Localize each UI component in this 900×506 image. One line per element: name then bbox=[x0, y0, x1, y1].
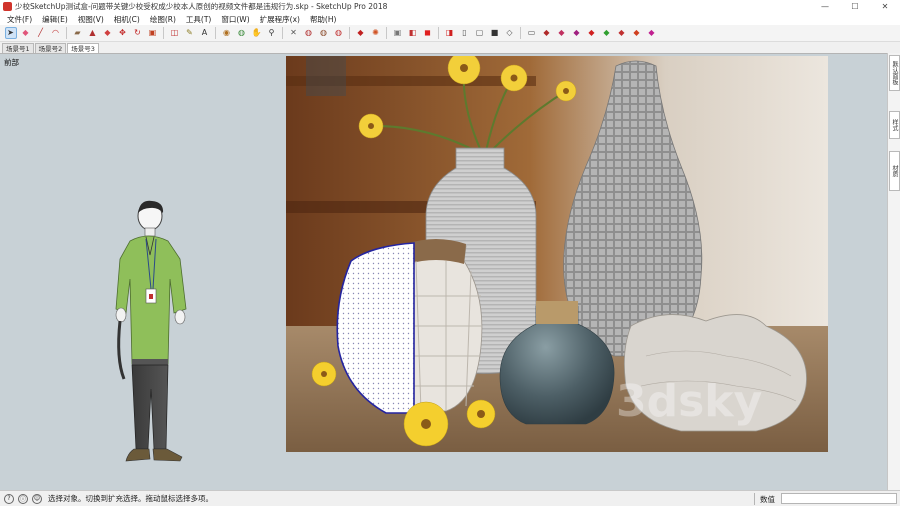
user-icon[interactable]: ☺ bbox=[32, 493, 42, 504]
extension-warehouse-icon[interactable]: ◍ bbox=[333, 27, 345, 39]
menu-edit[interactable]: 编辑(E) bbox=[37, 14, 73, 25]
scene-tab-2[interactable]: 场景号2 bbox=[34, 43, 67, 53]
measurements-label: 数值 bbox=[760, 495, 775, 504]
toolbar-separator bbox=[349, 27, 350, 39]
section-plane-icon[interactable]: ◧ bbox=[407, 27, 419, 39]
monochrome-style-icon[interactable]: ◆ bbox=[631, 27, 643, 39]
front-view-icon[interactable]: ■ bbox=[489, 27, 501, 39]
main-toolbar: ➤ ◆ ╱ ◠ ▰ ▲ ◆ ✥ ↻ ▣ ◫ ✎ A ◉ ◍ ✋ ⚲ ✕ ◍ ◍ ◍ ◆ ✺ ▣ ◧ ◼ ◨ ▯ ▢ ■ ◇ ▭ ◆ ◆ ◆ ◆ ◆ ◆ ◆ ◆ bbox=[0, 25, 900, 42]
send-to-layout-icon[interactable]: ◆ bbox=[355, 27, 367, 39]
paint-bucket-icon[interactable]: ◉ bbox=[221, 27, 233, 39]
status-message: 选择对象。切换到扩充选择。拖动鼠标选择多项。 bbox=[48, 494, 213, 503]
close-button[interactable]: ✕ bbox=[870, 0, 900, 13]
window-controls: — ☐ ✕ bbox=[810, 0, 900, 13]
zoom-icon[interactable]: ⚲ bbox=[266, 27, 278, 39]
shaded-style-icon[interactable]: ◆ bbox=[601, 27, 613, 39]
settings-gear-icon[interactable]: ✺ bbox=[370, 27, 382, 39]
pencil-line-icon[interactable]: ╱ bbox=[35, 27, 47, 39]
toolbar-separator bbox=[66, 27, 67, 39]
menu-extensions[interactable]: 扩展程序(x) bbox=[255, 14, 305, 25]
arc-icon[interactable]: ◠ bbox=[50, 27, 62, 39]
follow-me-icon[interactable]: ◆ bbox=[102, 27, 114, 39]
components-icon[interactable]: ◍ bbox=[318, 27, 330, 39]
section-display-icon[interactable]: ◼ bbox=[422, 27, 434, 39]
toolbar-separator bbox=[215, 27, 216, 39]
model-viewport[interactable]: 前部 3dsky bbox=[0, 53, 887, 490]
menu-draw[interactable]: 绘图(R) bbox=[145, 14, 181, 25]
select-icon[interactable]: ➤ bbox=[4, 27, 17, 39]
right-view-icon[interactable]: ◇ bbox=[504, 27, 516, 39]
style-extra-icon[interactable]: ◆ bbox=[646, 27, 658, 39]
scale-icon[interactable]: ▣ bbox=[147, 27, 159, 39]
title-bar: 少校SketchUp测试盒-问题带关键少校受权成少校本人原创的视频文件都是违规行… bbox=[0, 0, 900, 13]
rotate-icon[interactable]: ↻ bbox=[132, 27, 144, 39]
minimize-button[interactable]: — bbox=[810, 0, 840, 13]
menu-file[interactable]: 文件(F) bbox=[2, 14, 37, 25]
zoom-extents-icon[interactable]: ✕ bbox=[288, 27, 300, 39]
orbit-icon[interactable]: ◍ bbox=[236, 27, 248, 39]
menu-window[interactable]: 窗口(W) bbox=[216, 14, 254, 25]
text-icon[interactable]: A bbox=[199, 27, 211, 39]
scale-figure-person[interactable] bbox=[108, 199, 208, 465]
eraser-icon[interactable]: ◆ bbox=[20, 27, 32, 39]
toolbar-separator bbox=[282, 27, 283, 39]
maximize-button[interactable]: ☐ bbox=[840, 0, 870, 13]
scene-tab-1[interactable]: 场景号1 bbox=[2, 43, 34, 53]
shape-icon[interactable]: ▰ bbox=[72, 27, 84, 39]
camera-icon[interactable]: ▣ bbox=[392, 27, 404, 39]
tray-tab-styles[interactable]: 样式 bbox=[889, 111, 900, 139]
status-divider bbox=[754, 493, 755, 505]
default-tray-tabs: 默认面板 样式 材质 bbox=[887, 53, 900, 490]
menu-bar: 文件(F) 编辑(E) 视图(V) 相机(C) 绘图(R) 工具(T) 窗口(W… bbox=[0, 13, 900, 25]
section-cut-icon[interactable]: ◨ bbox=[444, 27, 456, 39]
watermark-text: 3dsky bbox=[616, 376, 762, 427]
tray-tab-default[interactable]: 默认面板 bbox=[889, 55, 900, 91]
wireframe-style-icon[interactable]: ◆ bbox=[571, 27, 583, 39]
push-pull-icon[interactable]: ▲ bbox=[87, 27, 99, 39]
menu-help[interactable]: 帮助(H) bbox=[305, 14, 342, 25]
warehouse-icon[interactable]: ◍ bbox=[303, 27, 315, 39]
help-icon[interactable]: ? bbox=[4, 493, 14, 504]
status-bar: ? ⓘ ☺ 选择对象。切换到扩充选择。拖动鼠标选择多项。 数值 bbox=[0, 490, 900, 506]
sketchup-logo-icon bbox=[3, 2, 12, 11]
window-title: 少校SketchUp测试盒-问题带关键少校受权成少校本人原创的视频文件都是违规行… bbox=[15, 2, 388, 11]
tray-tab-materials[interactable]: 材质 bbox=[889, 151, 900, 191]
toolbar-separator bbox=[163, 27, 164, 39]
move-icon[interactable]: ✥ bbox=[117, 27, 129, 39]
pan-icon[interactable]: ✋ bbox=[251, 27, 263, 39]
toolbar-separator bbox=[520, 27, 521, 39]
scene-tabs: 场景号1 场景号2 场景号3 bbox=[0, 42, 900, 53]
offset-icon[interactable]: ◫ bbox=[169, 27, 181, 39]
toolbar-separator bbox=[386, 27, 387, 39]
hidden-line-style-icon[interactable]: ◆ bbox=[586, 27, 598, 39]
iso-view-icon[interactable]: ▯ bbox=[459, 27, 471, 39]
menu-tools[interactable]: 工具(T) bbox=[181, 14, 216, 25]
info-icon[interactable]: ⓘ bbox=[18, 493, 28, 504]
tape-measure-icon[interactable]: ✎ bbox=[184, 27, 196, 39]
scene-tab-3[interactable]: 场景号3 bbox=[67, 43, 99, 53]
toolbar-separator bbox=[438, 27, 439, 39]
back-view-icon[interactable]: ▭ bbox=[526, 27, 538, 39]
top-view-icon[interactable]: ▢ bbox=[474, 27, 486, 39]
textured-style-icon[interactable]: ◆ bbox=[616, 27, 628, 39]
measurements-input[interactable] bbox=[781, 493, 897, 504]
menu-view[interactable]: 视图(V) bbox=[73, 14, 109, 25]
vases-reference-image[interactable]: 3dsky bbox=[286, 56, 828, 452]
menu-camera[interactable]: 相机(C) bbox=[109, 14, 145, 25]
view-label: 前部 bbox=[4, 58, 19, 67]
back-edges-style-icon[interactable]: ◆ bbox=[556, 27, 568, 39]
xray-style-icon[interactable]: ◆ bbox=[541, 27, 553, 39]
